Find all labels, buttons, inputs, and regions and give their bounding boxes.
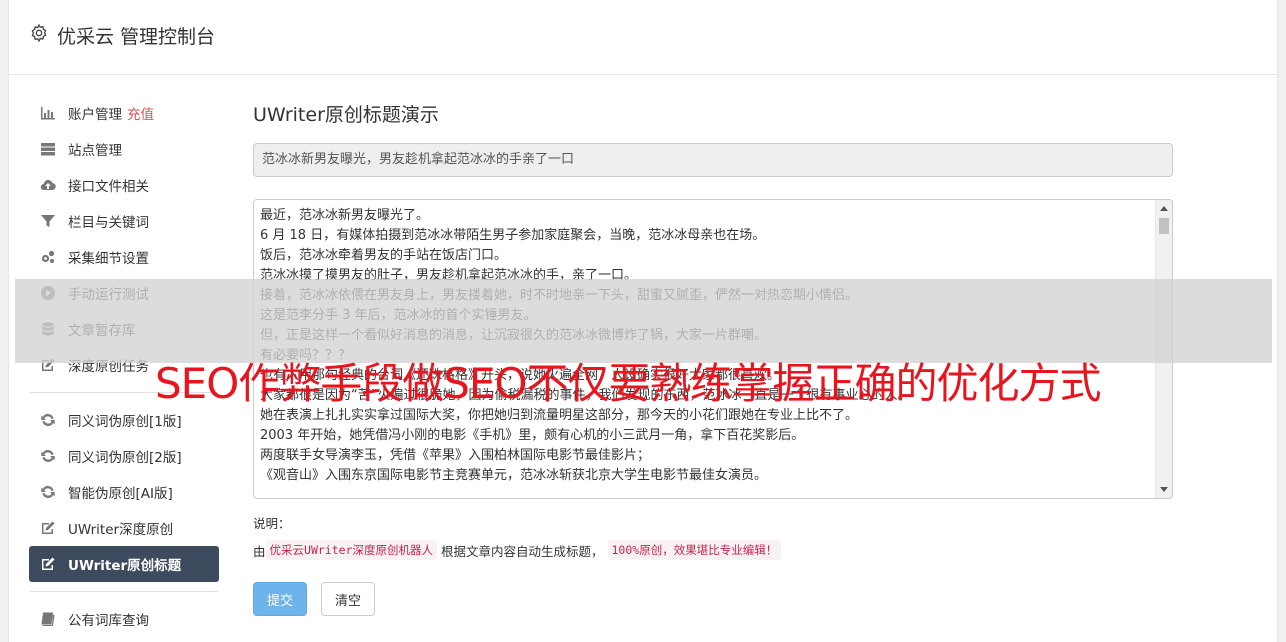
sidebar-item[interactable]: 接口文件相关	[29, 167, 219, 203]
sidebar-item-label: 智能伪原创[AI版]	[68, 486, 173, 502]
help-line: 由 优采云UWriter深度原创机器人 根据文章内容自动生成标题， 100%原创…	[253, 540, 1173, 560]
originality-code: 100%原创，效果堪比专业编辑！	[607, 540, 782, 560]
sidebar-item-label: 栏目与关键词	[68, 215, 149, 231]
watermark-headline: SEO作弊手段做SEO不仅要熟练掌握正确的优化方式	[155, 359, 1102, 408]
sidebar-divider	[29, 591, 218, 592]
sidebar-item-label: UWriter深度原创	[68, 522, 174, 538]
top-bar: 优采云 管理控制台	[9, 0, 1277, 75]
sidebar-item[interactable]: 采集细节设置	[29, 239, 219, 275]
gears-icon	[39, 248, 57, 266]
clear-button[interactable]: 清空	[321, 582, 375, 616]
page-heading: UWriter原创标题演示	[253, 104, 439, 126]
watermark-band	[15, 279, 1272, 363]
content-line: 最近，范冰冰新男友曝光了。	[260, 208, 430, 223]
sidebar-item-label: 接口文件相关	[68, 179, 149, 195]
cloud-upload-icon	[39, 176, 57, 194]
brand[interactable]: 优采云 管理控制台	[29, 22, 215, 49]
server-icon	[39, 140, 57, 158]
scroll-up-icon[interactable]	[1160, 206, 1168, 211]
edit-icon	[39, 519, 57, 537]
submit-button[interactable]: 提交	[253, 582, 307, 616]
scroll-down-icon[interactable]	[1160, 487, 1168, 492]
sidebar-item-label: 站点管理	[68, 143, 122, 159]
sidebar-item-label: 账户管理	[68, 107, 122, 123]
robot-name-code: 优采云UWriter深度原创机器人	[265, 540, 437, 560]
form-actions: 提交 清空	[253, 582, 1173, 616]
sidebar-item-label: 公有词库查询	[68, 613, 149, 629]
help-label: 说明：	[253, 516, 291, 531]
sidebar-item-label: 采集细节设置	[68, 251, 149, 267]
filter-icon	[39, 212, 57, 230]
content-line: 《观音山》入围东京国际电影节主竞赛单元，范冰冰斩获北京大学生电影节最佳女演员。	[260, 468, 768, 483]
sidebar-item[interactable]: 栏目与关键词	[29, 203, 219, 239]
refresh-icon	[39, 447, 57, 465]
sidebar-item[interactable]: UWriter原创标题	[29, 546, 219, 582]
gear-icon	[29, 23, 49, 48]
sidebar-item-label: UWriter原创标题	[68, 558, 182, 574]
help-description: 根据文章内容自动生成标题，	[440, 543, 604, 559]
app-title: 优采云 管理控制台	[57, 26, 216, 48]
refresh-icon	[39, 483, 57, 501]
edit-icon	[39, 555, 57, 573]
help-by: 由	[253, 543, 266, 559]
recharge-link[interactable]: 充值	[127, 103, 154, 123]
content-line: 6 月 18 日，有媒体拍摄到范冰冰带陌生男子参加家庭聚会，当晚，范冰冰母亲也在…	[260, 228, 766, 243]
sidebar-item[interactable]: UWriter深度原创	[29, 510, 219, 546]
refresh-icon	[39, 411, 57, 429]
sidebar-item[interactable]: 公有词库查询	[29, 601, 219, 637]
help-section: 说明： 由 优采云UWriter深度原创机器人 根据文章内容自动生成标题， 10…	[253, 513, 1173, 560]
bar-chart-icon	[39, 104, 57, 122]
sidebar-item[interactable]: 站点管理	[29, 131, 219, 167]
sidebar-item[interactable]: 智能伪原创[AI版]	[29, 474, 219, 510]
sidebar-item-label: 同义词伪原创[1版]	[68, 414, 182, 430]
sidebar-item[interactable]: 同义词伪原创[2版]	[29, 438, 219, 474]
generated-title-field[interactable]: 范冰冰新男友曝光，男友趁机拿起范冰冰的手亲了一口	[253, 143, 1173, 177]
sidebar-item-label: 同义词伪原创[2版]	[68, 450, 182, 466]
scroll-thumb[interactable]	[1159, 218, 1169, 234]
sidebar-item[interactable]: 账户管理 充值	[29, 95, 219, 131]
content-line: 饭后，范冰冰牵着男友的手站在饭店门口。	[260, 248, 508, 263]
content-line: 2003 年开始，她凭借冯小刚的电影《手机》里，颇有心机的小三武月一角，拿下百花…	[260, 428, 805, 443]
content-line: 两度联手女导演李玉，凭借《苹果》入围柏林国际电影节最佳影片；	[260, 448, 651, 463]
book-icon	[39, 610, 57, 628]
